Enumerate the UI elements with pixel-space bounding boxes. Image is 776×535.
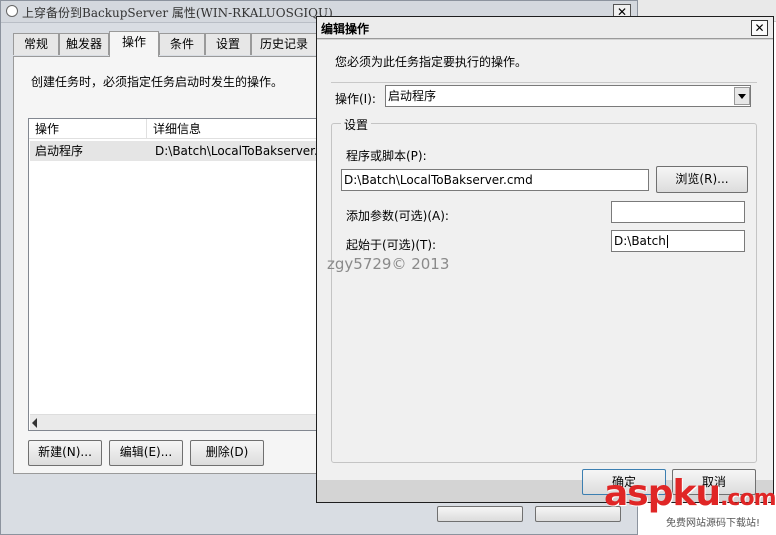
list-item[interactable]: 启动程序 D:\Batch\LocalToBakserver.cmd <box>30 141 318 161</box>
dialog-title: 编辑操作 <box>321 22 370 36</box>
column-header-action[interactable]: 操作 <box>29 119 147 139</box>
edit-action-button[interactable]: 编辑(E)... <box>109 440 183 466</box>
dialog-title-bar: 编辑操作 ✕ <box>317 17 773 39</box>
settings-group-title: 设置 <box>341 116 372 133</box>
site-logo-watermark: aspku.com 免费网站源码下载站! <box>604 473 776 534</box>
tab-conditions[interactable]: 条件 <box>159 33 205 55</box>
task-clock-icon <box>6 5 18 17</box>
dialog-description: 您必须为此任务指定要执行的操作。 <box>335 55 528 69</box>
tab-actions[interactable]: 操作 <box>109 31 159 57</box>
browse-button[interactable]: 浏览(R)... <box>656 166 748 193</box>
list-item-details: D:\Batch\LocalToBakserver.cmd <box>155 144 318 158</box>
text-caret <box>666 235 668 248</box>
logo-text: aspku.com <box>604 473 776 514</box>
program-label: 程序或脚本(P): <box>346 149 427 163</box>
dropdown-button[interactable] <box>734 87 750 105</box>
background-ok-button[interactable] <box>437 506 523 522</box>
actions-list[interactable]: 操作 详细信息 启动程序 D:\Batch\LocalToBakserver.c… <box>28 118 320 431</box>
tab-settings[interactable]: 设置 <box>205 33 251 55</box>
chevron-down-icon <box>738 94 746 99</box>
action-select[interactable]: 启动程序 <box>385 85 751 107</box>
dialog-close-button[interactable]: ✕ <box>751 20 768 36</box>
action-label: 操作(I): <box>335 92 376 106</box>
window-title: 上穿备份到BackupServer 属性(WIN-RKALUOSGIQU) <box>22 6 333 20</box>
start-in-value: D:\Batch <box>614 234 666 248</box>
copyright-watermark: zgy5729© 2013 <box>327 255 450 273</box>
start-in-input[interactable]: D:\Batch <box>611 230 745 252</box>
horizontal-scrollbar[interactable] <box>30 414 318 430</box>
arguments-input[interactable] <box>611 201 745 223</box>
divider <box>331 82 757 83</box>
new-action-button[interactable]: 新建(N)... <box>28 440 102 466</box>
logo-subtitle: 免费网站源码下载站! <box>666 514 761 529</box>
scroll-left-arrow-icon[interactable] <box>32 418 37 428</box>
list-item-action: 启动程序 <box>35 144 84 158</box>
column-header-details[interactable]: 详细信息 <box>147 119 319 139</box>
tab-triggers[interactable]: 触发器 <box>59 33 109 55</box>
program-input[interactable]: D:\Batch\LocalToBakserver.cmd <box>341 169 649 191</box>
actions-description: 创建任务时，必须指定任务启动时发生的操作。 <box>31 75 284 89</box>
start-in-label: 起始于(可选)(T): <box>346 238 437 252</box>
delete-action-button[interactable]: 删除(D) <box>190 440 264 466</box>
arguments-label: 添加参数(可选)(A): <box>346 209 449 223</box>
action-select-value: 启动程序 <box>388 89 437 103</box>
tab-history[interactable]: 历史记录 <box>251 33 317 55</box>
tab-general[interactable]: 常规 <box>13 33 59 55</box>
